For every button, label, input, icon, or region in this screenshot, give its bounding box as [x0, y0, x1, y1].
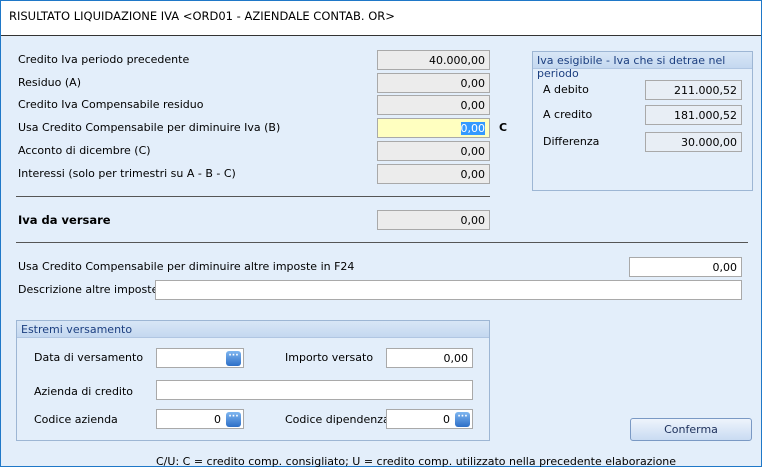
label-azienda-credito: Azienda di credito	[34, 385, 134, 398]
credit-flag: C	[499, 121, 508, 134]
label-differenza: Differenza	[543, 135, 600, 148]
label-descrizione: Descrizione altre imposte	[18, 283, 159, 296]
label-a-debito: A debito	[543, 83, 589, 96]
descrizione-input[interactable]	[155, 280, 742, 300]
date-picker-button[interactable]: ···	[226, 351, 241, 366]
codice-azienda-lookup-button[interactable]: ···	[226, 412, 241, 427]
altre-imposte-input[interactable]: 0,00	[629, 257, 742, 277]
footer-legend: C/U: C = credito comp. consigliato; U = …	[156, 455, 677, 468]
label-altre-imposte: Usa Credito Compensabile per diminuire a…	[18, 260, 355, 273]
importo-versato-input[interactable]: 0,00	[386, 348, 473, 368]
credito-compensabile-field: 0,00	[377, 95, 490, 115]
azienda-credito-input[interactable]	[156, 380, 473, 400]
group-title: Estremi versamento	[17, 321, 489, 338]
codice-azienda-input[interactable]: 0 ···	[156, 409, 244, 429]
label-residuo: Residuo (A)	[18, 76, 81, 89]
iva-esigibile-group: Iva esigibile - Iva che si detrae nel pe…	[532, 51, 753, 191]
codice-dipendenza-value: 0	[443, 413, 450, 426]
dialog-window: RISULTATO LIQUIDAZIONE IVA <ORD01 - AZIE…	[0, 0, 762, 468]
label-credito-precedente: Credito Iva periodo precedente	[18, 53, 190, 66]
label-credito-compensabile: Credito Iva Compensabile residuo	[18, 98, 204, 111]
group-title: Iva esigibile - Iva che si detrae nel pe…	[533, 52, 752, 80]
codice-azienda-value: 0	[214, 413, 221, 426]
conferma-label: Conferma	[664, 423, 718, 436]
acconto-field: 0,00	[377, 141, 490, 161]
data-versamento-input[interactable]: ···	[156, 348, 244, 368]
label-acconto: Acconto di dicembre (C)	[18, 144, 151, 157]
label-codice-dipendenza: Codice dipendenza	[285, 413, 390, 426]
label-usa-credito: Usa Credito Compensabile per diminuire I…	[18, 121, 281, 134]
window-title: RISULTATO LIQUIDAZIONE IVA <ORD01 - AZIE…	[1, 1, 761, 36]
label-a-credito: A credito	[543, 108, 593, 121]
interessi-field: 0,00	[377, 164, 490, 184]
label-iva-da-versare: Iva da versare	[18, 213, 111, 227]
codice-dipendenza-input[interactable]: 0 ···	[386, 409, 473, 429]
label-data-versamento: Data di versamento	[34, 351, 144, 364]
usa-credito-input[interactable]: 0,00	[377, 118, 490, 138]
estremi-versamento-group: Estremi versamento Data di versamento ··…	[16, 320, 490, 441]
differenza-field: 30.000,00	[645, 132, 742, 152]
conferma-button[interactable]: Conferma	[630, 418, 752, 441]
residuo-field: 0,00	[377, 73, 490, 93]
label-importo: Importo versato	[285, 351, 374, 364]
divider	[16, 242, 748, 243]
a-debito-field: 211.000,52	[645, 80, 742, 100]
a-credito-field: 181.000,52	[645, 105, 742, 125]
label-codice-azienda: Codice azienda	[34, 413, 118, 426]
usa-credito-value: 0,00	[460, 122, 485, 135]
codice-dipendenza-lookup-button[interactable]: ···	[455, 412, 470, 427]
iva-da-versare-field: 0,00	[377, 210, 490, 230]
label-interessi: Interessi (solo per trimestri su A - B -…	[18, 167, 236, 180]
divider	[16, 196, 490, 197]
credito-precedente-field: 40.000,00	[377, 50, 490, 70]
